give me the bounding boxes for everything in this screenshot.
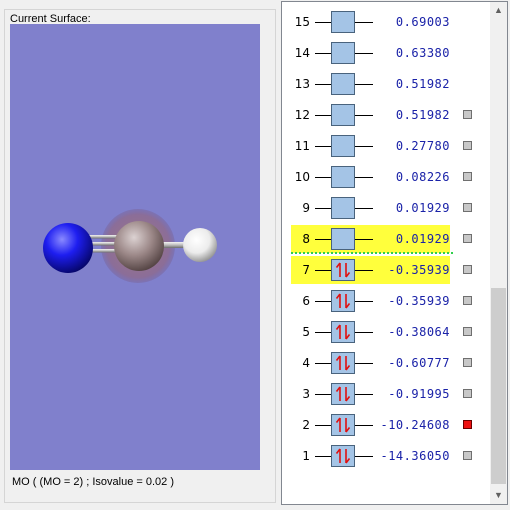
scrollbar-thumb[interactable]: [491, 288, 506, 484]
mo-surface-checkbox[interactable]: [463, 296, 472, 305]
occupied-orbital-box[interactable]: [331, 352, 355, 374]
mo-row[interactable]: 12 0.51982: [282, 100, 491, 131]
mo-energy: 0.08226: [395, 170, 450, 184]
electron-pair-icon: [335, 355, 351, 371]
virtual-orbital-box[interactable]: [331, 73, 355, 95]
homo-lumo-gap-line: [291, 252, 453, 254]
mo-row[interactable]: 15 0.69003: [282, 7, 491, 38]
mo-energy: -0.60777: [388, 356, 450, 370]
mo-number: 10: [294, 170, 310, 184]
occupied-orbital-box[interactable]: [331, 321, 355, 343]
mo-energy: -0.35939: [388, 294, 450, 308]
occupied-orbital-box[interactable]: [331, 290, 355, 312]
mo-energy: -10.24608: [380, 418, 450, 432]
mo-row[interactable]: 3 -0.91995: [282, 379, 491, 410]
mo-row[interactable]: 14 0.63380: [282, 38, 491, 69]
mo-energy: -0.91995: [388, 387, 450, 401]
mo-number: 7: [302, 263, 310, 277]
virtual-orbital-box[interactable]: [331, 228, 355, 250]
mo-number: 14: [294, 46, 310, 60]
occupied-orbital-box[interactable]: [331, 414, 355, 436]
carbon-atom: [114, 221, 164, 271]
molecule-render: [43, 209, 217, 283]
mo-number: 4: [302, 356, 310, 370]
mo-row[interactable]: 10 0.08226: [282, 162, 491, 193]
mo-number: 11: [294, 139, 310, 153]
vertical-scrollbar[interactable]: ▲ ▼: [490, 2, 507, 504]
mo-energy: 0.51982: [395, 108, 450, 122]
virtual-orbital-box[interactable]: [331, 166, 355, 188]
surface-caption: MO ( (MO = 2) ; Isovalue = 0.02 ): [12, 476, 174, 488]
mo-surface-checkbox[interactable]: [463, 203, 472, 212]
mo-row[interactable]: 6 -0.35939: [282, 286, 491, 317]
electron-pair-icon: [335, 262, 351, 278]
mo-number: 9: [302, 201, 310, 215]
mo-surface-checkbox[interactable]: [463, 327, 472, 336]
occupied-orbital-box[interactable]: [331, 259, 355, 281]
mo-energy: 0.01929: [395, 201, 450, 215]
mo-energy: 0.51982: [395, 77, 450, 91]
mo-surface-checkbox[interactable]: [463, 234, 472, 243]
nitrogen-atom: [43, 223, 93, 273]
mo-row[interactable]: 5 -0.38064: [282, 317, 491, 348]
mo-energy: -0.38064: [388, 325, 450, 339]
mo-number: 13: [294, 77, 310, 91]
electron-pair-icon: [335, 324, 351, 340]
electron-pair-icon: [335, 293, 351, 309]
mo-energy: 0.27780: [395, 139, 450, 153]
virtual-orbital-box[interactable]: [331, 11, 355, 33]
mo-row[interactable]: 13 0.51982: [282, 69, 491, 100]
mo-number: 1: [302, 449, 310, 463]
virtual-orbital-box[interactable]: [331, 197, 355, 219]
mo-energy: -14.36050: [380, 449, 450, 463]
mo-number: 2: [302, 418, 310, 432]
electron-pair-icon: [335, 448, 351, 464]
mo-energy: -0.35939: [388, 263, 450, 277]
virtual-orbital-box[interactable]: [331, 104, 355, 126]
virtual-orbital-box[interactable]: [331, 135, 355, 157]
mo-row[interactable]: 7 -0.35939: [282, 255, 491, 286]
mo-surface-checkbox[interactable]: [463, 265, 472, 274]
mo-number: 8: [302, 232, 310, 246]
mo-row[interactable]: 9 0.01929: [282, 193, 491, 224]
mo-row[interactable]: 1 -14.36050: [282, 441, 491, 472]
occupied-orbital-box[interactable]: [331, 445, 355, 467]
mo-row[interactable]: 8 0.01929: [282, 224, 491, 255]
mo-row[interactable]: 2 -10.24608: [282, 410, 491, 441]
mo-surface-checkbox[interactable]: [463, 172, 472, 181]
electron-pair-icon: [335, 417, 351, 433]
mo-number: 6: [302, 294, 310, 308]
mo-number: 12: [294, 108, 310, 122]
mo-number: 3: [302, 387, 310, 401]
mo-energy: 0.63380: [395, 46, 450, 60]
mo-surface-checkbox[interactable]: [463, 141, 472, 150]
mo-energy: 0.01929: [395, 232, 450, 246]
mo-number: 5: [302, 325, 310, 339]
molecule-viewport[interactable]: [10, 24, 260, 470]
mo-surface-checkbox[interactable]: [463, 420, 472, 429]
mo-energy: 0.69003: [395, 15, 450, 29]
mo-list-panel[interactable]: 15 0.69003 14 0.63380 13 0.51982 12 0.51982 11 0.…: [281, 1, 508, 505]
mo-row[interactable]: 11 0.27780: [282, 131, 491, 162]
occupied-orbital-box[interactable]: [331, 383, 355, 405]
mo-surface-checkbox[interactable]: [463, 358, 472, 367]
mo-surface-checkbox[interactable]: [463, 110, 472, 119]
mo-number: 15: [294, 15, 310, 29]
mo-surface-checkbox[interactable]: [463, 389, 472, 398]
virtual-orbital-box[interactable]: [331, 42, 355, 64]
electron-pair-icon: [335, 386, 351, 402]
hydrogen-atom: [183, 228, 217, 262]
scroll-up-arrow-icon[interactable]: ▲: [490, 2, 507, 19]
scroll-down-arrow-icon[interactable]: ▼: [490, 487, 507, 504]
mo-row[interactable]: 4 -0.60777: [282, 348, 491, 379]
mo-surface-checkbox[interactable]: [463, 451, 472, 460]
